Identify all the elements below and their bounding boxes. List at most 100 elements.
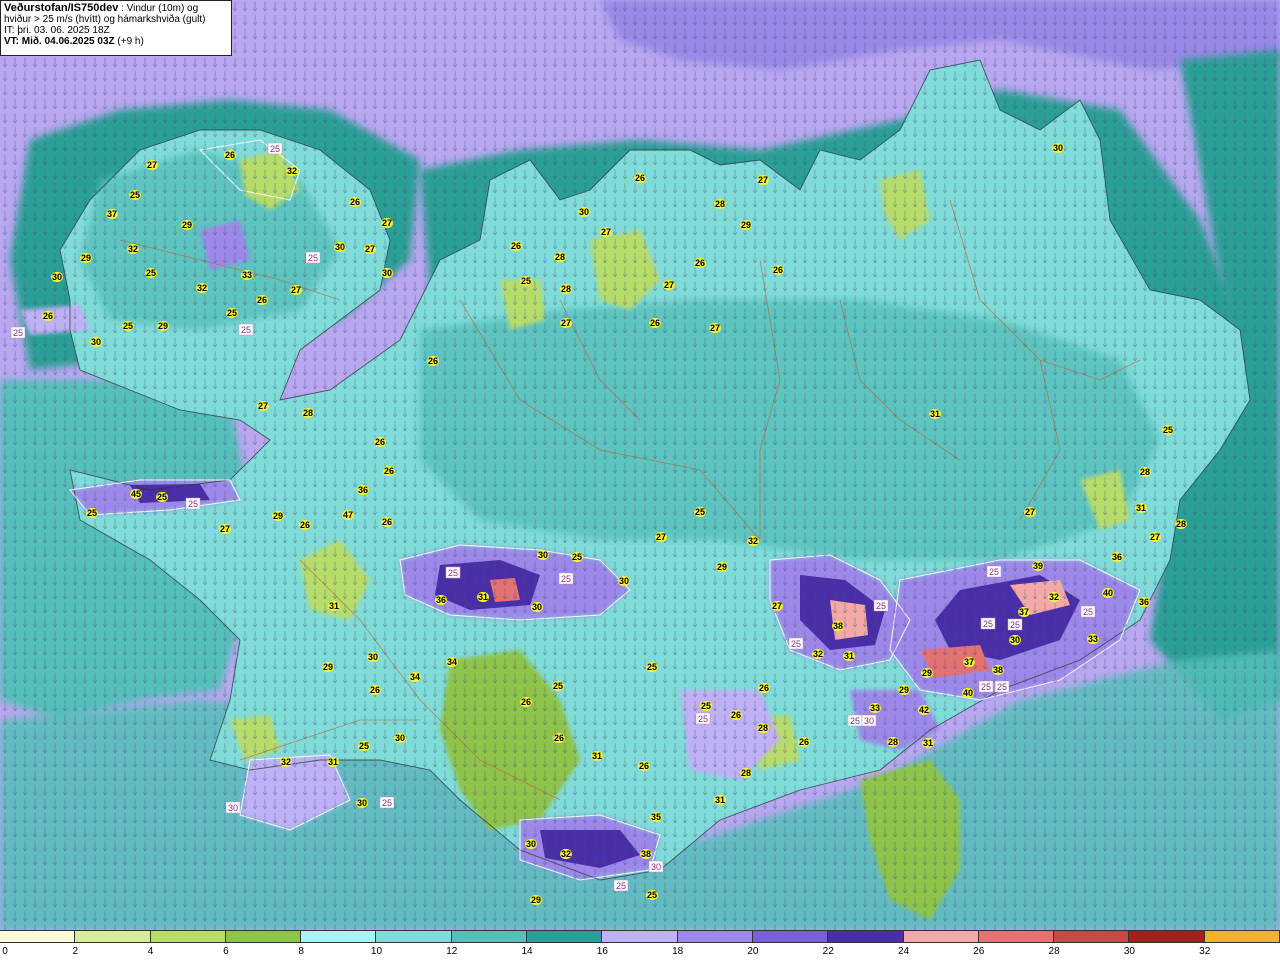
max-gust-label: 28	[1139, 467, 1151, 477]
svg-text:32: 32	[1049, 592, 1059, 602]
svg-text:32: 32	[561, 849, 571, 859]
legend-tick: 12	[446, 946, 458, 957]
max-gust-label: 32	[286, 166, 298, 176]
svg-text:36: 36	[358, 485, 368, 495]
max-gust-label: 28	[757, 723, 769, 733]
legend-tick: 18	[672, 946, 684, 957]
legend-tick: 30	[1123, 946, 1135, 957]
max-gust-label: 28	[740, 768, 752, 778]
gust-threshold-label: 25	[873, 599, 889, 612]
max-gust-label: 40	[1102, 588, 1114, 598]
svg-text:27: 27	[561, 318, 571, 328]
max-gust-label: 29	[921, 668, 933, 678]
legend-color-bar	[0, 930, 1280, 943]
legend-swatch	[903, 931, 979, 942]
svg-text:25: 25	[227, 308, 237, 318]
svg-text:26: 26	[773, 265, 783, 275]
svg-text:31: 31	[844, 651, 854, 661]
max-gust-label: 27	[560, 318, 572, 328]
svg-text:34: 34	[447, 657, 457, 667]
svg-text:29: 29	[717, 562, 727, 572]
svg-text:28: 28	[1140, 467, 1150, 477]
svg-text:39: 39	[1033, 561, 1043, 571]
max-gust-label: 25	[226, 308, 238, 318]
max-gust-label: 37	[963, 657, 975, 667]
gust-threshold-label: 25	[238, 323, 254, 336]
max-gust-label: 37	[1018, 607, 1030, 617]
map-title-box: Veðurstofan/IS750dev : Vindur (10m) og h…	[0, 0, 232, 56]
max-gust-label: 26	[553, 733, 565, 743]
wind-arrows-overlay	[0, 0, 1280, 930]
max-gust-label: 32	[280, 757, 292, 767]
max-gust-label: 26	[256, 295, 268, 305]
max-gust-label: 27	[709, 323, 721, 333]
max-gust-label: 26	[694, 258, 706, 268]
max-gust-label: 25	[122, 321, 134, 331]
max-gust-label: 26	[427, 356, 439, 366]
legend-tick: 4	[147, 946, 154, 957]
svg-text:25: 25	[876, 601, 886, 611]
max-gust-label: 31	[843, 651, 855, 661]
svg-text:33: 33	[1088, 634, 1098, 644]
gust-threshold-label: 25	[445, 566, 461, 579]
legend-swatch	[752, 931, 829, 942]
svg-text:25: 25	[188, 499, 198, 509]
svg-text:31: 31	[592, 751, 602, 761]
svg-text:27: 27	[220, 524, 230, 534]
max-gust-label: 27	[146, 160, 158, 170]
svg-text:30: 30	[91, 337, 101, 347]
svg-text:26: 26	[731, 710, 741, 720]
max-gust-label: 25	[358, 741, 370, 751]
max-gust-label: 26	[299, 520, 311, 530]
gust-threshold-label: 25	[847, 714, 863, 727]
max-gust-label: 27	[364, 244, 376, 254]
max-gust-label: 26	[520, 697, 532, 707]
svg-text:37: 37	[964, 657, 974, 667]
legend-tick: 8	[298, 946, 304, 957]
legend-swatch	[150, 931, 226, 942]
svg-text:37: 37	[107, 209, 117, 219]
max-gust-label: 34	[409, 672, 421, 682]
svg-text:30: 30	[357, 798, 367, 808]
legend-tick: 26	[973, 946, 985, 957]
max-gust-label: 29	[181, 220, 193, 230]
max-gust-label: 32	[560, 849, 572, 859]
svg-text:29: 29	[531, 895, 541, 905]
max-gust-label: 29	[80, 253, 92, 263]
legend-tick: 22	[822, 946, 834, 957]
gust-threshold-label: 25	[695, 712, 711, 725]
max-gust-label: 26	[772, 265, 784, 275]
color-legend: 0 2 4 6 8 10 12 14 16 18 20 22 24 26 28 30 32	[0, 930, 1280, 960]
max-gust-label: 27	[1149, 532, 1161, 542]
legend-tick: 2	[72, 946, 79, 957]
wind-gust-map: 4332272625292737322925333227302830302726…	[0, 0, 1280, 930]
max-gust-label: 25	[1162, 425, 1174, 435]
max-gust-label: 25	[86, 508, 98, 518]
gust-threshold-label: 25	[613, 879, 629, 892]
max-gust-label: 36	[1138, 597, 1150, 607]
max-gust-label: 30	[525, 839, 537, 849]
svg-text:32: 32	[128, 244, 138, 254]
max-gust-label: 30	[1009, 635, 1021, 645]
max-gust-label: 25	[145, 268, 157, 278]
max-gust-label: 31	[929, 409, 941, 419]
svg-text:28: 28	[303, 408, 313, 418]
svg-text:25: 25	[983, 619, 993, 629]
max-gust-label: 27	[757, 175, 769, 185]
max-gust-label: 27	[257, 401, 269, 411]
svg-text:27: 27	[1025, 507, 1035, 517]
legend-swatch	[451, 931, 528, 942]
max-gust-label: 30	[618, 576, 630, 586]
svg-text:25: 25	[270, 144, 280, 154]
max-gust-label: 25	[646, 890, 658, 900]
legend-tick: 10	[370, 946, 383, 957]
svg-text:30: 30	[538, 550, 548, 560]
legend-swatch	[1204, 931, 1280, 942]
svg-text:25: 25	[981, 682, 991, 692]
max-gust-label: 33	[241, 270, 253, 280]
svg-text:25: 25	[997, 682, 1007, 692]
max-gust-label: 25	[700, 701, 712, 711]
max-gust-label: 30	[90, 337, 102, 347]
max-gust-label: 30	[578, 207, 590, 217]
max-gust-label: 25	[552, 681, 564, 691]
